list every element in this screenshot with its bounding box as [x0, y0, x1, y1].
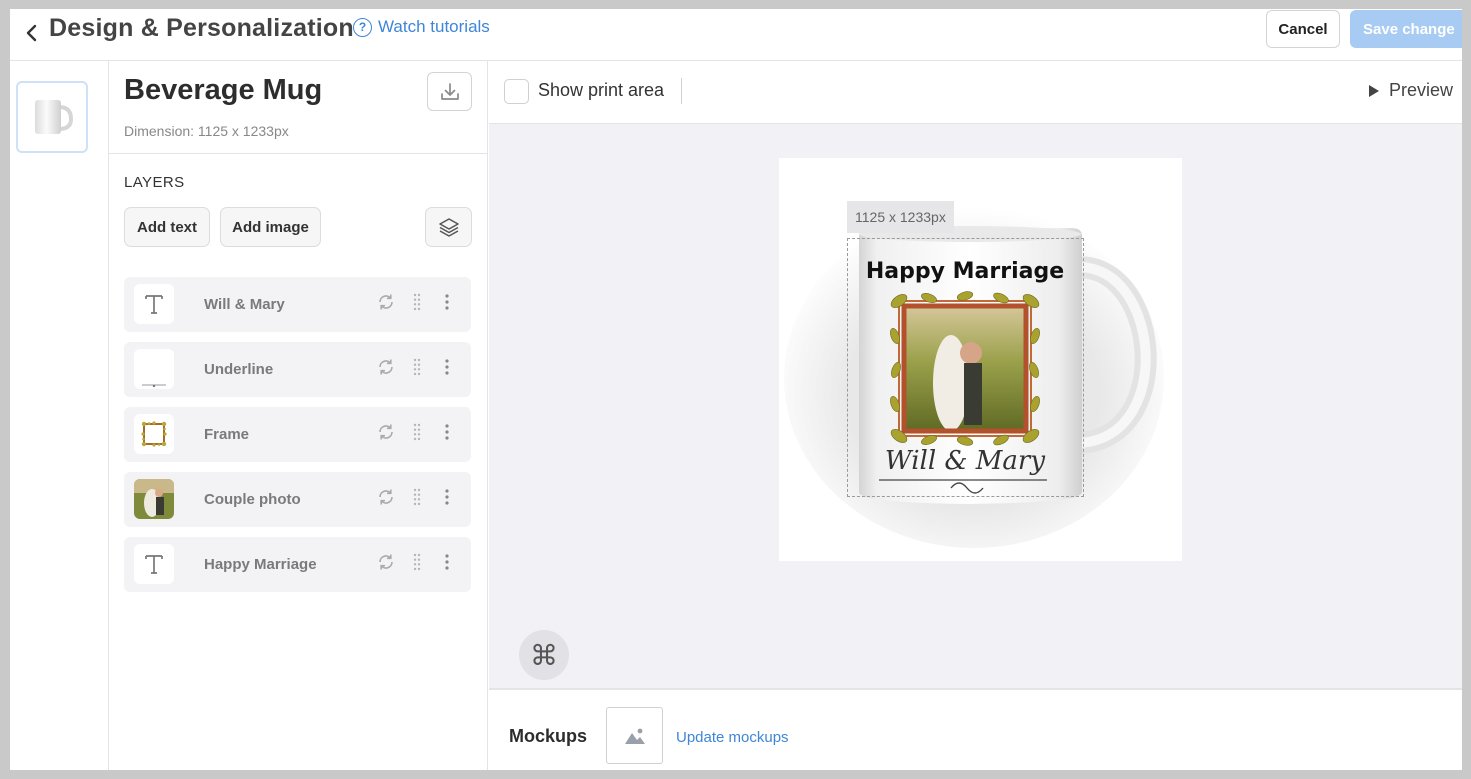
layer-name: Couple photo: [204, 491, 301, 508]
drag-handle[interactable]: [407, 291, 427, 313]
replace-layer-button[interactable]: [376, 291, 396, 313]
mockups-bar: Mockups Update mockups: [489, 688, 1462, 770]
chevron-left-icon: [26, 24, 37, 42]
drag-handle-icon: [413, 553, 421, 571]
replace-layer-button[interactable]: [376, 421, 396, 443]
show-print-area-checkbox[interactable]: [504, 79, 529, 104]
text-icon: [145, 555, 163, 574]
more-options-button[interactable]: [437, 486, 457, 508]
sync-icon: [379, 424, 393, 440]
product-name: Beverage Mug: [124, 74, 323, 106]
preview-button[interactable]: Preview: [1369, 80, 1453, 101]
drag-handle[interactable]: [407, 551, 427, 573]
layer-list: Will & Mary Underline Frame Couple photo…: [124, 277, 471, 602]
product-dimension: Dimension: 1125 x 1233px: [124, 123, 289, 139]
replace-layer-button[interactable]: [376, 486, 396, 508]
add-text-button[interactable]: Add text: [124, 207, 210, 247]
panel-divider: [109, 153, 487, 154]
underline-thumb-image: [142, 384, 166, 388]
print-area-outline[interactable]: [847, 238, 1084, 497]
layers-heading: LAYERS: [124, 174, 185, 191]
cancel-button[interactable]: Cancel: [1266, 10, 1340, 48]
layer-row-will-mary[interactable]: Will & Mary: [124, 277, 471, 332]
image-placeholder-icon: [624, 728, 645, 744]
more-vertical-icon: [445, 554, 449, 570]
drag-handle[interactable]: [407, 421, 427, 443]
layer-row-couple-photo[interactable]: Couple photo: [124, 472, 471, 527]
layer-row-frame[interactable]: Frame: [124, 407, 471, 462]
drag-handle-icon: [413, 293, 421, 311]
update-mockups-link[interactable]: Update mockups: [676, 729, 789, 746]
mug-artboard[interactable]: Happy Marriage Will & Mary 1125 x 1233px: [779, 158, 1182, 561]
text-layer-thumb: [134, 544, 174, 584]
layer-row-underline[interactable]: Underline: [124, 342, 471, 397]
drag-handle-icon: [413, 488, 421, 506]
replace-layer-button[interactable]: [376, 551, 396, 573]
layer-name: Will & Mary: [204, 296, 285, 313]
text-icon: [145, 295, 163, 314]
play-icon: [1369, 84, 1379, 97]
watch-tutorials-link[interactable]: ? Watch tutorials: [353, 17, 490, 37]
command-icon: ⌘: [530, 639, 558, 671]
replace-layer-button[interactable]: [376, 356, 396, 378]
layers-icon: [438, 218, 459, 237]
drag-handle[interactable]: [407, 486, 427, 508]
sync-icon: [379, 294, 393, 310]
layer-name: Frame: [204, 426, 250, 443]
more-vertical-icon: [445, 359, 449, 375]
layer-name: Happy Marriage: [204, 556, 317, 573]
drag-handle[interactable]: [407, 356, 427, 378]
canvas-toolbar: Show print area Preview: [489, 61, 1462, 124]
mug-thumbnail-icon: [35, 100, 74, 134]
photo-layer-thumb: [134, 479, 174, 519]
design-canvas: Happy Marriage Will & Mary 1125 x 1233px…: [489, 124, 1462, 688]
more-vertical-icon: [445, 489, 449, 505]
mockup-thumbnail[interactable]: [606, 707, 663, 764]
drag-handle-icon: [413, 358, 421, 376]
underline-layer-thumb: [134, 349, 174, 389]
save-change-button[interactable]: Save change: [1350, 10, 1462, 48]
sync-icon: [379, 489, 393, 505]
more-options-button[interactable]: [437, 551, 457, 573]
more-vertical-icon: [445, 424, 449, 440]
layer-row-happy-marriage[interactable]: Happy Marriage: [124, 537, 471, 592]
more-options-button[interactable]: [437, 356, 457, 378]
frame-layer-thumb: [134, 414, 174, 454]
mockups-label: Mockups: [509, 726, 588, 746]
app-window: Design & Personalization ? Watch tutoria…: [10, 9, 1462, 770]
help-icon: ?: [353, 17, 372, 37]
layers-toggle-button[interactable]: [425, 207, 472, 247]
download-icon: [440, 82, 459, 100]
sync-icon: [379, 359, 393, 375]
toolbar-divider: [681, 78, 682, 104]
dimension-tag: 1125 x 1233px: [847, 201, 954, 233]
layers-panel: Beverage Mug Dimension: 1125 x 1233px LA…: [109, 61, 488, 770]
more-options-button[interactable]: [437, 421, 457, 443]
more-options-button[interactable]: [437, 291, 457, 313]
back-button[interactable]: [18, 18, 46, 48]
page-title: Design & Personalization: [49, 14, 354, 42]
top-header: Design & Personalization ? Watch tutoria…: [10, 9, 1462, 61]
add-image-button[interactable]: Add image: [220, 207, 321, 247]
text-layer-thumb: [134, 284, 174, 324]
frame-thumb-image: [141, 421, 167, 447]
show-print-area-label: Show print area: [538, 80, 665, 100]
drag-handle-icon: [413, 423, 421, 441]
preview-label: Preview: [1389, 80, 1454, 100]
couple-photo-thumb-image: [134, 479, 174, 519]
layer-name: Underline: [204, 361, 274, 378]
sync-icon: [379, 554, 393, 570]
product-thumbnail[interactable]: [16, 81, 88, 153]
more-vertical-icon: [445, 294, 449, 310]
shortcuts-button[interactable]: ⌘: [519, 630, 569, 680]
watch-tutorials-label: Watch tutorials: [378, 17, 490, 36]
product-thumbnail-rail: [10, 61, 109, 770]
download-button[interactable]: [427, 72, 472, 111]
